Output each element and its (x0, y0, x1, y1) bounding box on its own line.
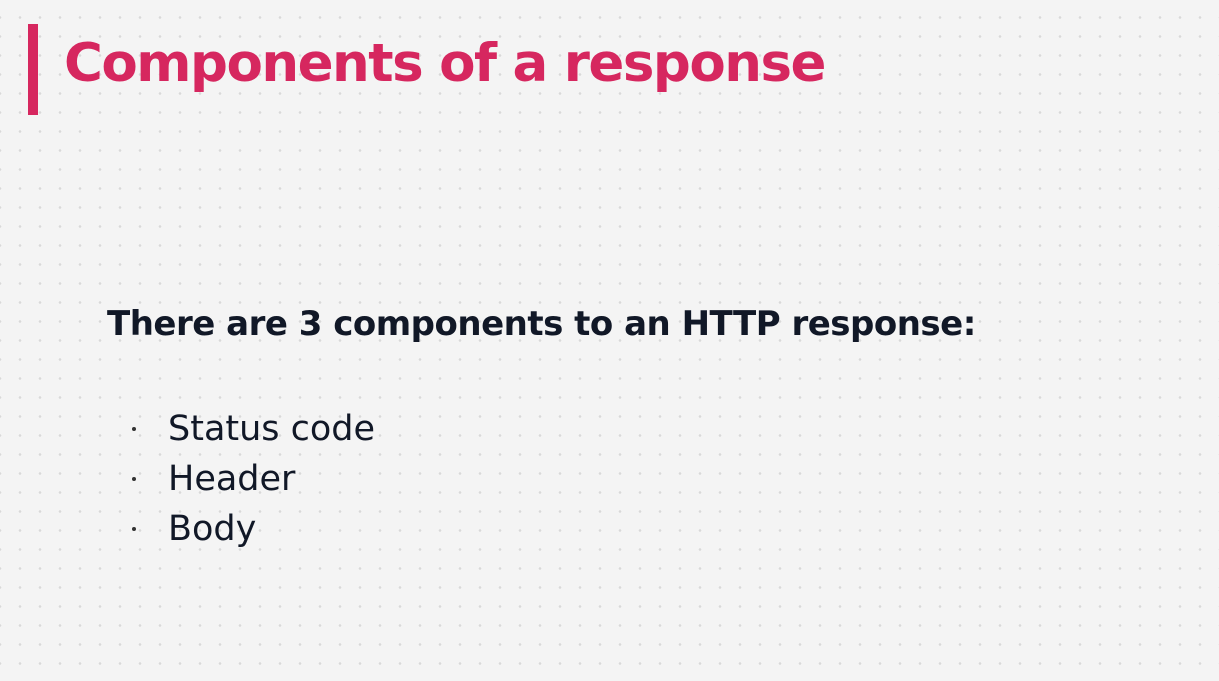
bullet-dot-icon (132, 477, 136, 481)
bullet-label-status-code: Status code (168, 408, 376, 449)
bullet-label-header: Header (168, 458, 296, 499)
bullet-label-body: Body (168, 508, 257, 549)
bullet-list: Status code Header Body (132, 404, 375, 554)
list-item: Status code (132, 404, 375, 454)
intro-text: There are 3 components to an HTTP respon… (107, 304, 976, 344)
title-accent-bar (28, 24, 38, 115)
bullet-dot-icon (132, 527, 136, 531)
list-item: Body (132, 504, 375, 554)
slide-title: Components of a response (64, 33, 826, 94)
bullet-dot-icon (132, 427, 136, 431)
list-item: Header (132, 454, 375, 504)
